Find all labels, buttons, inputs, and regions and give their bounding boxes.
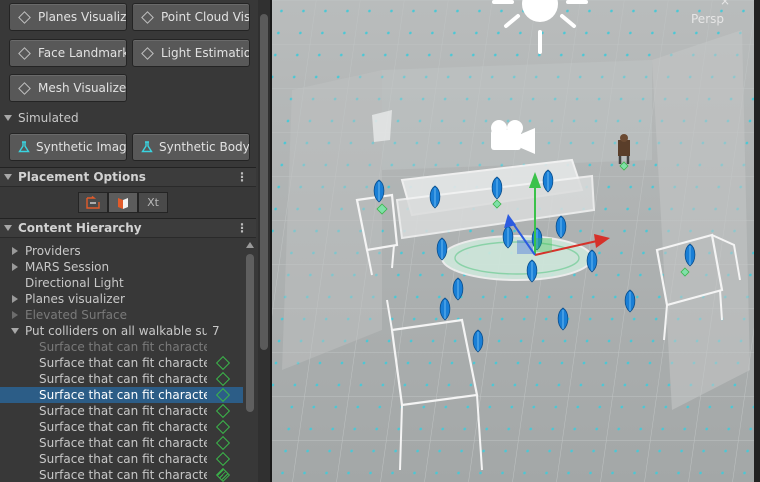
kebab-menu-icon[interactable]: ⋮ (236, 221, 248, 235)
hierarchy-tree: Providers MARS Session Directional Light… (0, 240, 256, 482)
proxy-diamond-icon (215, 387, 231, 403)
tree-item-label: Surface that can fit character( (39, 356, 207, 370)
tree-item-mars-session[interactable]: MARS Session (0, 259, 243, 275)
light-estimation-label: Light Estimatio (161, 46, 250, 60)
tree-item-label: Surface that can fit character( (39, 372, 207, 386)
tree-child-surface[interactable]: Surface that can fit character( (0, 371, 243, 387)
proxy-diamond-icon (215, 419, 231, 435)
proxy-diamond-icon (215, 435, 231, 451)
scene-right-border (754, 0, 760, 482)
snap-icon (86, 195, 100, 209)
tree-child-surface-selected[interactable]: Surface that can fit character( (0, 387, 243, 403)
tree-child-surface[interactable]: Surface that can fit character (0, 339, 243, 355)
tree-item-label: Surface that can fit character (39, 340, 207, 354)
chevron-down-icon (4, 115, 12, 121)
scene-view[interactable]: Persp × (272, 0, 760, 482)
tree-child-surface[interactable]: Surface that can fit character( (0, 355, 243, 371)
tree-item-label: Directional Light (25, 276, 124, 290)
back-wall (382, 60, 652, 170)
mars-panel: Planes Visualiz Point Cloud Vis Face Lan… (0, 0, 270, 482)
tree-item-directional-light[interactable]: Directional Light (0, 275, 243, 291)
tree-item-label: Surface that can fit character( (39, 404, 207, 418)
chevron-right-icon (12, 263, 18, 271)
chevron-right-icon (12, 247, 18, 255)
simulated-foldout[interactable]: Simulated (4, 111, 79, 125)
scrollbar-thumb[interactable] (246, 254, 254, 412)
proxy-diamond-icon (215, 355, 231, 371)
chevron-down-icon (11, 328, 19, 334)
point-cloud-visualizer-button[interactable]: Point Cloud Vis (132, 3, 250, 31)
tree-child-surface[interactable]: Surface that can fit character( (0, 419, 243, 435)
chevron-down-icon (4, 225, 12, 231)
proxy-diamond-striped-icon (215, 467, 231, 482)
synthetic-image-label: Synthetic Imag (36, 140, 127, 154)
planes-visualizer-label: Planes Visualiz (38, 10, 127, 24)
tree-child-surface[interactable]: Surface that can fit character( (0, 403, 243, 419)
child-count-badge: 7 (212, 324, 220, 338)
chevron-right-icon (12, 311, 18, 319)
tree-item-providers[interactable]: Providers (0, 243, 243, 259)
face-landmarks-button[interactable]: Face Landmark (9, 39, 127, 67)
chevron-down-icon (4, 174, 12, 180)
tree-item-label: Providers (25, 244, 81, 258)
tree-child-surface[interactable]: Surface that can fit character( (0, 451, 243, 467)
tree-item-label: Surface that can fit character( (39, 468, 207, 482)
placement-options-header[interactable]: Placement Options ⋮ (0, 167, 256, 187)
close-icon[interactable]: × (720, 0, 730, 8)
xt-label: Xt (147, 196, 159, 209)
proxy-diamond-icon (215, 403, 231, 419)
surface-snap-icon (118, 197, 128, 209)
snap-tool-button[interactable] (78, 192, 108, 213)
tree-item-label: Surface that can fit character( (39, 388, 207, 402)
panel-scrollbar[interactable] (258, 0, 270, 482)
tree-item-label: Surface that can fit character( (39, 420, 207, 434)
mesh-visualizer-button[interactable]: Mesh Visualize (9, 74, 127, 102)
scroll-up-arrow-icon[interactable] (246, 242, 254, 248)
mesh-visualizer-label: Mesh Visualize (38, 81, 127, 95)
flask-icon (18, 141, 30, 153)
synthetic-image-button[interactable]: Synthetic Imag (9, 133, 127, 161)
tree-child-surface[interactable]: Surface that can fit character( (0, 467, 243, 482)
tree-item-elevated-surface[interactable]: Elevated Surface (0, 307, 243, 323)
tree-item-label: Surface that can fit character( (39, 452, 207, 466)
point-cloud-label: Point Cloud Vis (161, 10, 250, 24)
tree-item-put-colliders[interactable]: Put colliders on all walkable surf 7 (0, 323, 243, 339)
room-wall-left (282, 70, 382, 370)
proxy-diamond-icon (215, 451, 231, 467)
face-landmarks-label: Face Landmark (38, 46, 127, 60)
tree-item-label: Put colliders on all walkable surf (25, 324, 207, 338)
tree-item-planes-visualizer[interactable]: Planes visualizer (0, 291, 243, 307)
xt-tool-button[interactable]: Xt (138, 192, 168, 213)
placement-tool-group: Xt (78, 192, 168, 213)
tree-item-label: Planes visualizer (25, 292, 125, 306)
placement-options-title: Placement Options (18, 170, 146, 184)
proxy-diamond-icon (215, 371, 231, 387)
tree-item-label: Surface that can fit character( (39, 436, 207, 450)
chevron-right-icon (12, 295, 18, 303)
hierarchy-scrollbar[interactable] (244, 240, 256, 482)
content-hierarchy-header[interactable]: Content Hierarchy ⋮ (0, 218, 256, 238)
synthetic-body-button[interactable]: Synthetic Body (132, 133, 250, 161)
content-hierarchy-title: Content Hierarchy (18, 221, 142, 235)
tree-item-label: MARS Session (25, 260, 110, 274)
tree-item-label: Elevated Surface (25, 308, 127, 322)
synthetic-body-label: Synthetic Body (159, 140, 250, 154)
simulated-label: Simulated (18, 111, 79, 125)
diamond-icon (18, 10, 31, 24)
scene-viewport[interactable] (272, 0, 760, 482)
kebab-menu-icon[interactable]: ⋮ (236, 170, 248, 184)
persp-label[interactable]: Persp (691, 12, 724, 26)
tree-child-surface[interactable]: Surface that can fit character( (0, 435, 243, 451)
diamond-icon (141, 46, 154, 60)
diamond-icon (18, 81, 31, 95)
scrollbar-thumb[interactable] (260, 14, 268, 350)
planes-visualizer-button[interactable]: Planes Visualiz (9, 3, 127, 31)
plant-left (372, 110, 392, 142)
diamond-icon (141, 10, 154, 24)
light-estimation-button[interactable]: Light Estimatio (132, 39, 250, 67)
surface-tool-button[interactable] (108, 192, 138, 213)
flask-icon (141, 141, 153, 153)
diamond-icon (18, 46, 31, 60)
